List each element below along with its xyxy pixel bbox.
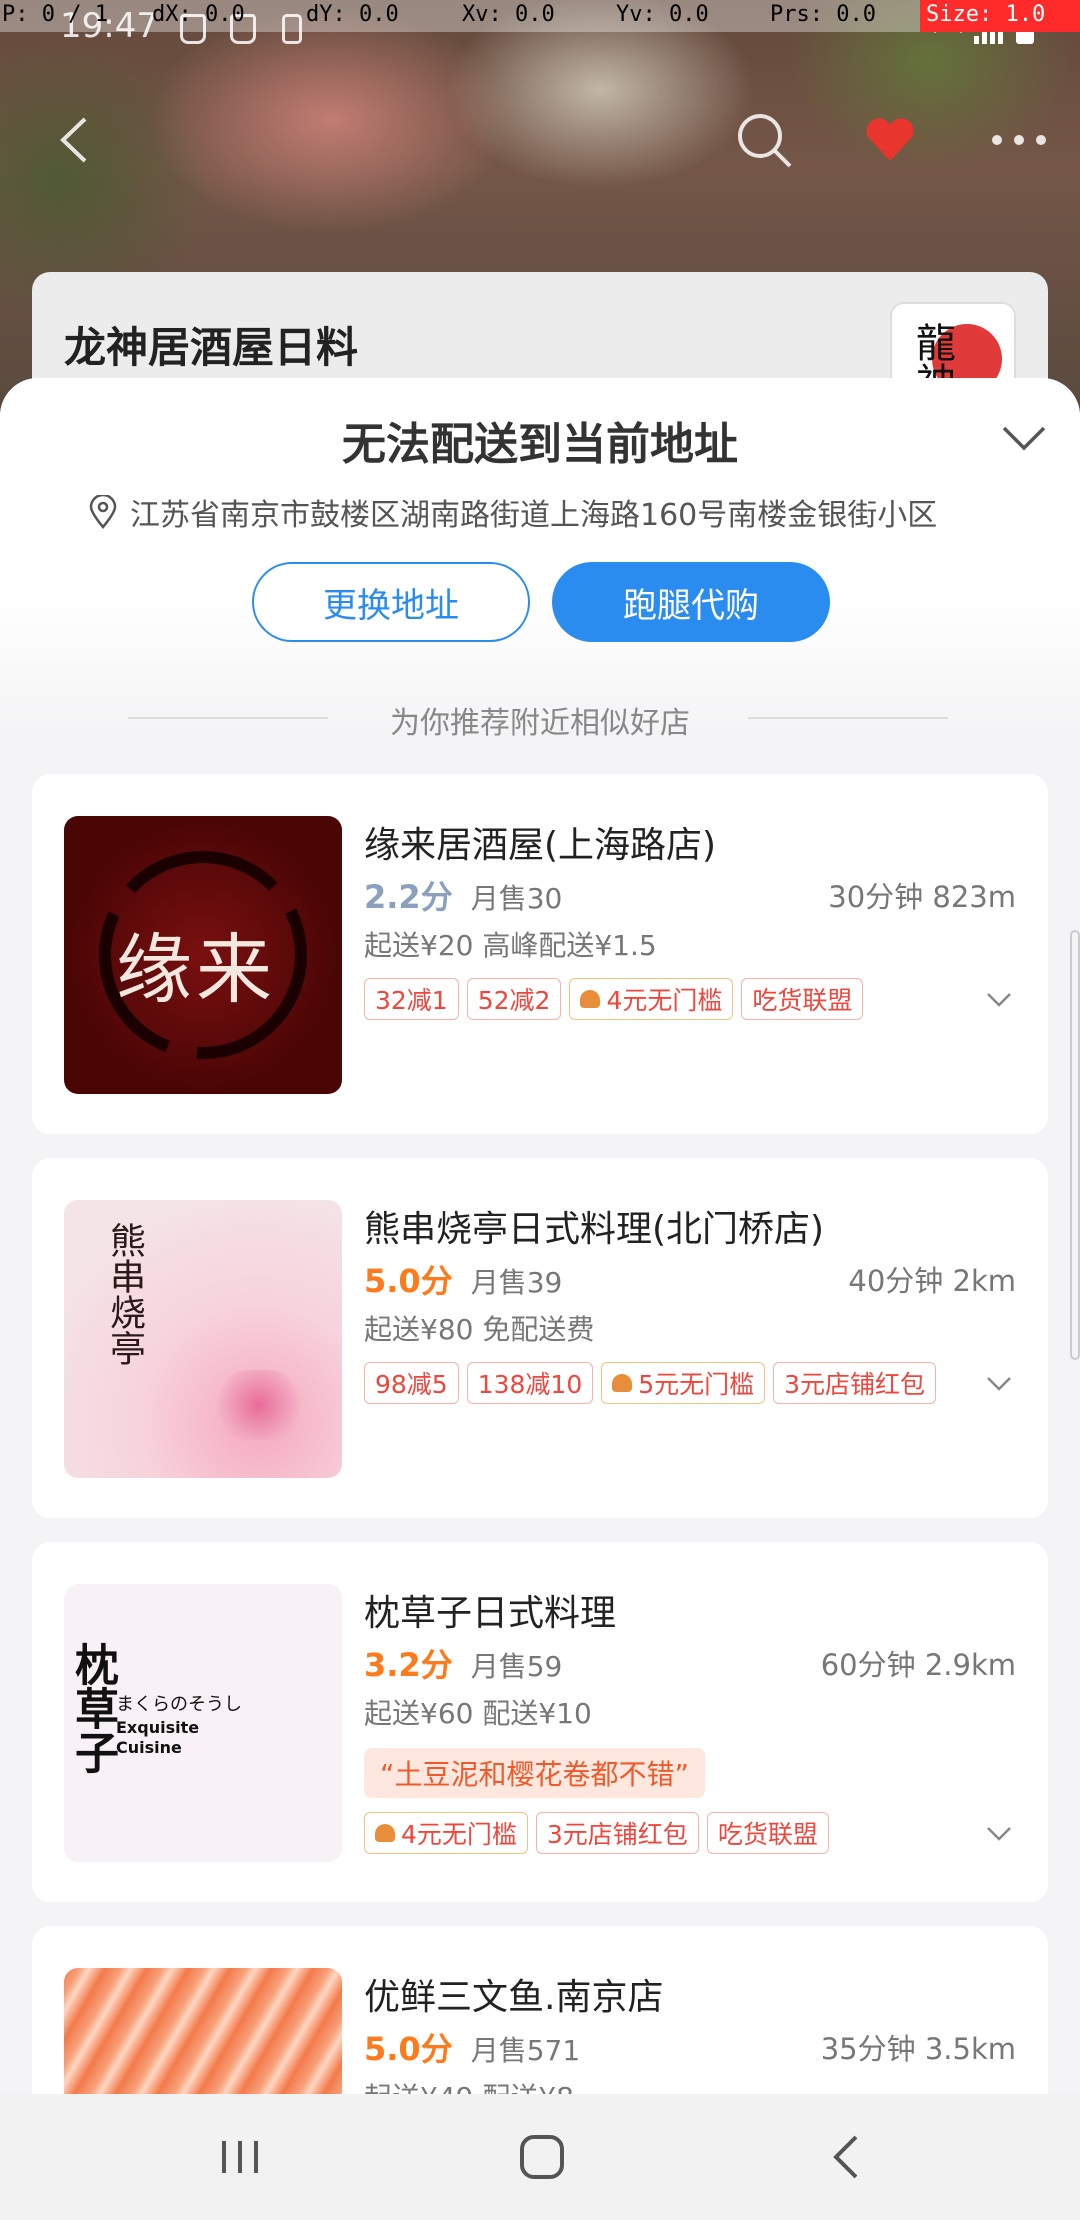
recommend-heading: 为你推荐附近相似好店	[390, 706, 690, 741]
store-monthly-sales: 月售39	[470, 1266, 563, 1299]
expand-tags-chevron-icon[interactable]	[986, 1824, 1012, 1844]
search-icon	[738, 114, 792, 168]
promo-tag: 52减2	[466, 978, 562, 1020]
debug-prs: Prs: 0.0	[770, 2, 876, 27]
store-delivery-fee: 起送¥49 配送¥8	[364, 2076, 574, 2094]
favorite-button[interactable]	[850, 100, 930, 180]
expand-tags-chevron-icon[interactable]	[986, 990, 1012, 1010]
delivery-address: 江苏省南京市鼓楼区湖南路街道上海路160号南楼金银街小区	[88, 490, 937, 534]
store-rating: 2.2分 月售30	[364, 872, 562, 918]
store-name: 缘来居酒屋(上海路店)	[364, 825, 717, 866]
store-monthly-sales: 月售30	[470, 882, 563, 915]
more-icon	[992, 135, 1046, 145]
promo-tag: 3元店铺红包	[535, 1812, 699, 1854]
store-score: 3.2分	[364, 1646, 453, 1684]
delivery-unavailable-sheet: 无法配送到当前地址 江苏省南京市鼓楼区湖南路街道上海路160号南楼金银街小区 更…	[0, 378, 1080, 2094]
store-delivery-fee: 起送¥60 配送¥10	[364, 1697, 592, 1730]
store-delivery-fee: 起送¥20 高峰配送¥1.5	[364, 929, 657, 962]
system-back-button[interactable]	[786, 2094, 906, 2220]
coupon-bag-icon	[612, 1374, 633, 1392]
store-rating: 3.2分 月售59	[364, 1640, 562, 1686]
debug-dx: dX: 0.0	[152, 2, 245, 27]
collapse-sheet-button[interactable]	[1000, 418, 1048, 458]
top-navigation	[0, 100, 1080, 180]
store-thumbnail: 枕草子 まくらのそうし Exquisite Cuisine	[64, 1584, 342, 1862]
store-card[interactable]: 缘来 缘来居酒屋(上海路店) 2.2分 月售30 30分钟 823m 起送¥20…	[32, 774, 1048, 1134]
debug-dy: dY: 0.0	[306, 2, 399, 27]
change-address-button[interactable]: 更换地址	[252, 562, 530, 642]
back-icon	[60, 117, 87, 163]
screen: 19:47 P: 0 / 1 dX: 0.0 dY: 0.0 Xv: 0.0 Y…	[0, 0, 1080, 2220]
coupon-bag-icon	[580, 990, 601, 1008]
store-monthly-sales: 月售571	[470, 2034, 581, 2067]
store-thumbnail	[64, 1968, 342, 2094]
store-delivery-fee: 起送¥80 免配送费	[364, 1313, 595, 1346]
home-button[interactable]	[482, 2094, 602, 2220]
store-rating: 5.0分 月售571	[364, 2024, 580, 2070]
chevron-down-icon	[1002, 426, 1046, 451]
scrollbar[interactable]	[1070, 930, 1080, 1360]
coupon-tag: 4元无门槛	[364, 1812, 528, 1854]
store-card[interactable]: 枕草子 まくらのそうし Exquisite Cuisine 枕草子日式料理 3.…	[32, 1542, 1048, 1902]
store-score: 2.2分	[364, 878, 453, 916]
back-icon	[833, 2135, 858, 2179]
promo-tag: 3元店铺红包	[773, 1362, 937, 1404]
store-score: 5.0分	[364, 1262, 453, 1300]
store-eta-distance: 35分钟 3.5km	[820, 2032, 1016, 2066]
store-rating: 5.0分 月售39	[364, 1256, 562, 1302]
store-thumbnail: 熊串烧亭	[64, 1200, 342, 1478]
store-eta-distance: 40分钟 2km	[848, 1264, 1016, 1298]
coupon-tag: 5元无门槛	[601, 1362, 766, 1404]
search-button[interactable]	[724, 100, 804, 180]
debug-xv: Xv: 0.0	[462, 2, 555, 27]
store-logo-text: 熊串烧亭	[104, 1222, 145, 1366]
promo-tag: 吃货联盟	[741, 978, 864, 1020]
promo-tags: 98减5 138减10 5元无门槛 3元店铺红包	[364, 1362, 937, 1404]
store-card[interactable]: 优鲜三文鱼.南京店 5.0分 月售571 35分钟 3.5km 起送¥49 配送…	[32, 1926, 1048, 2094]
coupon-tag: 4元无门槛	[569, 978, 734, 1020]
promo-tag: 98减5	[364, 1362, 459, 1404]
promo-tag: 32减1	[364, 978, 459, 1020]
home-icon	[520, 2135, 564, 2179]
store-eta-distance: 30分钟 823m	[828, 880, 1016, 914]
store-logo-text: 缘来	[116, 925, 276, 1014]
store-logo-text: 枕草子	[67, 1642, 118, 1774]
debug-pointer: P: 0 / 1	[2, 2, 108, 27]
pointer-debug-overlay: P: 0 / 1 dX: 0.0 dY: 0.0 Xv: 0.0 Yv: 0.0…	[0, 0, 1080, 32]
promo-tag: 吃货联盟	[706, 1812, 829, 1854]
store-name: 枕草子日式料理	[364, 1593, 617, 1634]
recent-apps-button[interactable]	[180, 2094, 300, 2220]
store-eta-distance: 60分钟 2.9km	[820, 1648, 1016, 1682]
store-monthly-sales: 月售59	[470, 1650, 563, 1683]
heart-icon	[866, 118, 914, 161]
promo-tag: 138减10	[466, 1362, 594, 1404]
errand-purchase-button[interactable]: 跑腿代购	[552, 562, 830, 642]
promo-tags: 4元无门槛 3元店铺红包 吃货联盟	[364, 1812, 829, 1854]
store-name: 熊串烧亭日式料理(北门桥店)	[364, 1209, 825, 1250]
store-thumbnail: 缘来	[64, 816, 342, 1094]
location-pin-icon	[89, 495, 117, 529]
system-navigation-bar	[0, 2094, 1080, 2220]
store-card[interactable]: 熊串烧亭 熊串烧亭日式料理(北门桥店) 5.0分 月售39 40分钟 2km 起…	[32, 1158, 1048, 1518]
back-button[interactable]	[40, 100, 110, 180]
address-text: 江苏省南京市鼓楼区湖南路街道上海路160号南楼金银街小区	[130, 498, 938, 533]
promo-tags: 32减1 52减2 4元无门槛 吃货联盟	[364, 978, 864, 1020]
more-button[interactable]	[974, 100, 1064, 180]
store-name: 龙神居酒屋日料	[64, 323, 359, 372]
store-name: 优鲜三文鱼.南京店	[364, 1977, 664, 2018]
expand-tags-chevron-icon[interactable]	[986, 1374, 1012, 1394]
store-score: 5.0分	[364, 2030, 453, 2068]
debug-yv: Yv: 0.0	[616, 2, 709, 27]
debug-size: Size: 1.0	[920, 0, 1080, 32]
coupon-bag-icon	[375, 1824, 395, 1842]
review-quote-badge: “土豆泥和樱花卷都不错”	[364, 1748, 706, 1798]
divider-right	[748, 717, 948, 719]
recents-icon	[222, 2141, 258, 2173]
sheet-title: 无法配送到当前地址	[342, 419, 738, 470]
